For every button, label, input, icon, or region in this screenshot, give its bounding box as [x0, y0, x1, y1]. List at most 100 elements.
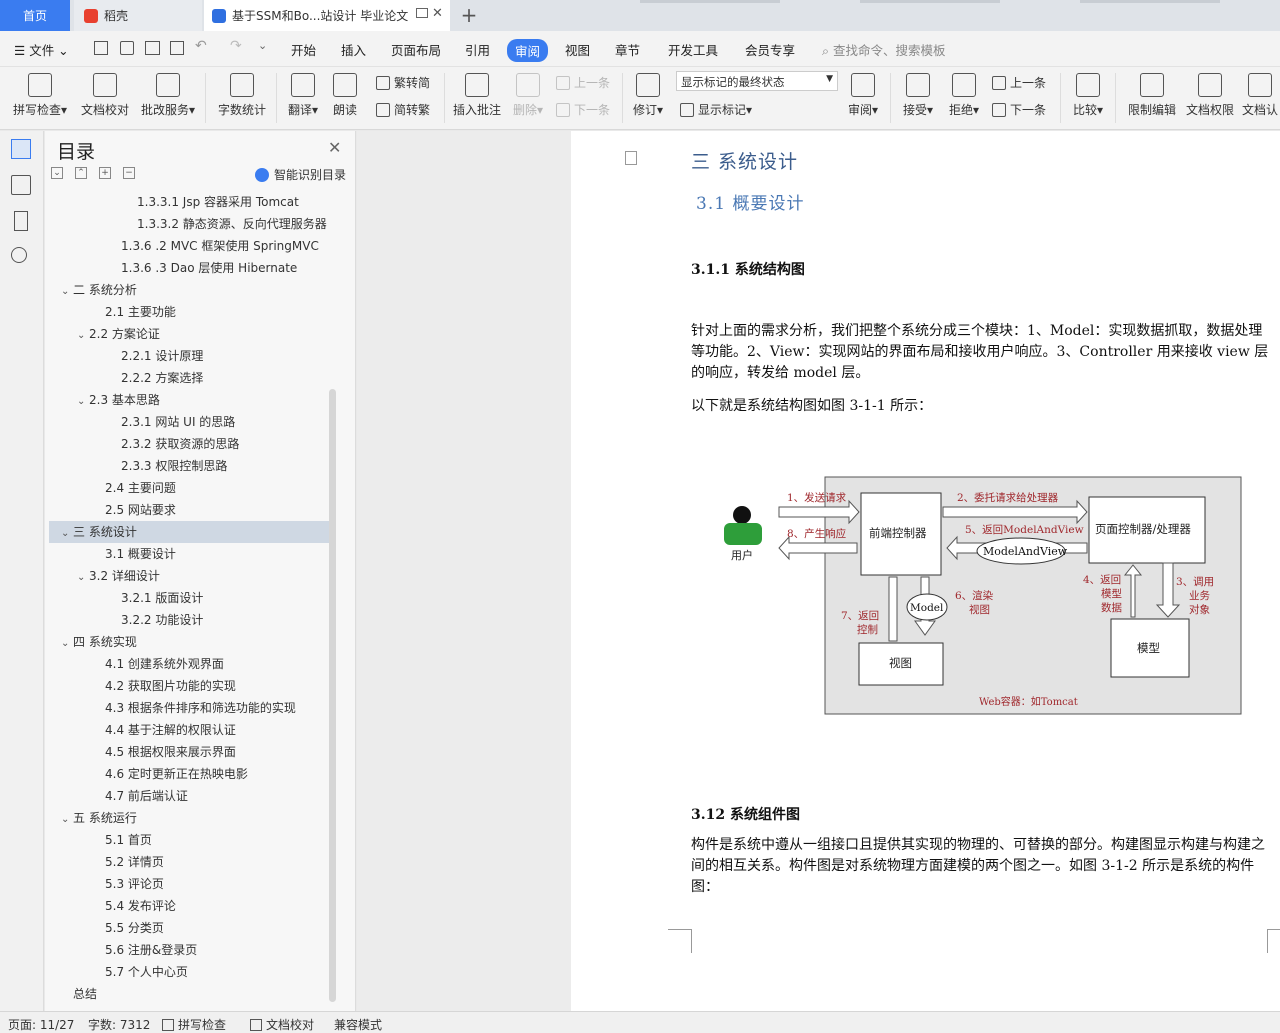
toc-item[interactable]: 4.5 根据权限来展示界面 [49, 741, 329, 763]
bookmark-icon[interactable] [14, 211, 28, 231]
spell-check-toggle[interactable]: 拼写检查 [162, 1016, 226, 1033]
prev-change-button[interactable]: 上一条 [992, 74, 1046, 91]
navigation-icon[interactable] [11, 175, 31, 195]
chevron-down-icon[interactable]: ⌄ [61, 809, 73, 829]
paragraph-options-icon[interactable] [625, 151, 637, 165]
new-tab-button[interactable]: + [456, 3, 482, 27]
add-heading-icon[interactable]: + [99, 167, 111, 179]
spell-check-button[interactable]: 拼写检查▾ [10, 73, 70, 118]
toc-item[interactable]: 总结 [49, 983, 329, 1005]
menu-references[interactable]: 引用 [465, 40, 490, 59]
chevron-down-icon[interactable]: ⌄ [61, 281, 73, 301]
accept-button[interactable]: 接受▾ [898, 73, 938, 118]
toc-item[interactable]: 3.1 概要设计 [49, 543, 329, 565]
doc-rights-button[interactable]: 文档权限 [1184, 73, 1236, 118]
toc-item[interactable]: 5.7 个人中心页 [49, 961, 329, 983]
menu-review[interactable]: 审阅 [507, 39, 549, 62]
insert-comment-button[interactable]: 插入批注 [450, 73, 504, 118]
chevron-down-icon[interactable]: ⌄ [61, 523, 73, 543]
toc-item[interactable]: ⌄ 三 系统设计 [49, 521, 329, 543]
toc-item[interactable]: 5.6 注册&登录页 [49, 939, 329, 961]
close-tab-icon[interactable]: ✕ [432, 6, 443, 21]
track-changes-button[interactable]: 修订▾ [628, 73, 668, 118]
window-icon[interactable] [416, 8, 428, 18]
menu-member[interactable]: 会员专享 [745, 40, 795, 59]
toc-item[interactable]: 1.3.3.2 静态资源、反向代理服务器 ... [49, 213, 329, 235]
tab-home[interactable]: 首页 [0, 0, 70, 31]
chevron-down-icon[interactable]: ⌄ [77, 567, 89, 587]
reject-button[interactable]: 拒绝▾ [944, 73, 984, 118]
command-search[interactable]: ⌕ 查找命令、搜索模板 [822, 40, 946, 59]
toc-item[interactable]: ⌄ 2.3 基本思路 [49, 389, 329, 411]
toc-item[interactable]: ⌄ 二 系统分析 [49, 279, 329, 301]
toc-item[interactable]: 4.4 基于注解的权限认证 [49, 719, 329, 741]
toc-item[interactable]: 4.2 获取图片功能的实现 [49, 675, 329, 697]
trad-to-simp-button[interactable]: 繁转简 [376, 74, 430, 91]
menu-developer[interactable]: 开发工具 [668, 40, 718, 59]
smart-toc-button[interactable]: 智能识别目录 [255, 166, 346, 183]
chevron-down-icon[interactable]: ⌄ [77, 325, 89, 345]
markup-state-select[interactable]: 显示标记的最终状态 ▼ [676, 71, 838, 91]
toc-item[interactable]: 4.6 定时更新正在热映电影 [49, 763, 329, 785]
toc-item[interactable]: 1.3.3.1 Jsp 容器采用 Tomcat [49, 191, 329, 213]
delete-comment-button[interactable]: 删除▾ [510, 73, 546, 118]
chevron-down-icon[interactable]: ⌄ [77, 391, 89, 411]
export-icon[interactable] [120, 41, 134, 55]
toc-item[interactable]: 2.1 主要功能 [49, 301, 329, 323]
document-page[interactable]: 三 系统设计 3.1 概要设计 3.1.1 系统结构图 针对上面的需求分析，我们… [571, 131, 1280, 1011]
toc-item[interactable]: 5.1 首页 [49, 829, 329, 851]
word-count-button[interactable]: 字数统计 [214, 73, 270, 118]
next-comment-button[interactable]: 下一条 [556, 101, 610, 118]
remove-heading-icon[interactable]: − [123, 167, 135, 179]
toc-item[interactable]: 2.2.1 设计原理 [49, 345, 329, 367]
toc-item[interactable]: 4.7 前后端认证 [49, 785, 329, 807]
next-change-button[interactable]: 下一条 [992, 101, 1046, 118]
toc-item[interactable]: 4.1 创建系统外观界面 [49, 653, 329, 675]
undo-icon[interactable]: ↶ [195, 38, 207, 54]
menu-start[interactable]: 开始 [291, 40, 316, 59]
toc-item[interactable]: 2.3.2 获取资源的思路 [49, 433, 329, 455]
file-menu[interactable]: ☰ 文件 ⌄ [14, 40, 69, 59]
toc-item[interactable]: ⌄ 3.2 详细设计 [49, 565, 329, 587]
toc-item[interactable]: 2.2.2 方案选择 [49, 367, 329, 389]
close-icon[interactable]: ✕ [328, 138, 341, 157]
print-preview-icon[interactable] [170, 41, 184, 55]
tab-document[interactable]: 基于SSM和Bo...站设计 毕业论文 ✕ [204, 0, 450, 31]
menu-layout[interactable]: 页面布局 [391, 40, 441, 59]
toc-item[interactable]: 5.2 详情页 [49, 851, 329, 873]
show-markup-button[interactable]: 显示标记 ▾ [680, 101, 752, 118]
toc-item[interactable]: 2.4 主要问题 [49, 477, 329, 499]
translate-button[interactable]: 翻译▾ [282, 73, 324, 118]
toc-item[interactable]: ⌄ 2.2 方案论证 [49, 323, 329, 345]
tab-daoke[interactable]: 稻壳 [74, 0, 202, 31]
expand-up-icon[interactable]: ⌃ [75, 167, 87, 179]
compare-button[interactable]: 比较▾ [1068, 73, 1108, 118]
toc-item[interactable]: 4.3 根据条件排序和筛选功能的实现 [49, 697, 329, 719]
word-count[interactable]: 字数: 7312 [88, 1016, 150, 1033]
prev-comment-button[interactable]: 上一条 [556, 74, 610, 91]
doc-proof-toggle[interactable]: 文档校对 [250, 1016, 314, 1033]
restrict-edit-button[interactable]: 限制编辑 [1124, 73, 1180, 118]
quick-access-more-icon[interactable]: ⌄ [258, 39, 267, 52]
review-pane-button[interactable]: 审阅▾ [845, 73, 881, 118]
batch-service-button[interactable]: 批改服务▾ [138, 73, 198, 118]
toc-item[interactable]: 5.4 发布评论 [49, 895, 329, 917]
toc-item[interactable]: 2.3.1 网站 UI 的思路 [49, 411, 329, 433]
toc-item[interactable]: 5.5 分类页 [49, 917, 329, 939]
doc-auth-button[interactable]: 文档认 [1242, 73, 1280, 118]
menu-insert[interactable]: 插入 [341, 40, 366, 59]
doc-proof-button[interactable]: 文档校对 [78, 73, 132, 118]
toc-item[interactable]: 3.2.1 版面设计 [49, 587, 329, 609]
toc-item[interactable]: 3.2.2 功能设计 [49, 609, 329, 631]
toc-item[interactable]: 2.5 网站要求 [49, 499, 329, 521]
read-aloud-button[interactable]: 朗读 [328, 73, 362, 118]
toc-item[interactable]: ⌄ 四 系统实现 [49, 631, 329, 653]
toc-item[interactable]: 1.3.6 .2 MVC 框架使用 SpringMVC [49, 235, 329, 257]
print-icon[interactable] [145, 41, 160, 55]
toc-item[interactable]: 1.3.6 .3 Dao 层使用 Hibernate [49, 257, 329, 279]
menu-view[interactable]: 视图 [565, 40, 590, 59]
toc-item[interactable]: 5.3 评论页 [49, 873, 329, 895]
toc-item[interactable]: 2.3.3 权限控制思路 [49, 455, 329, 477]
search-icon[interactable] [11, 247, 27, 263]
toc-panel-icon[interactable] [11, 139, 31, 159]
